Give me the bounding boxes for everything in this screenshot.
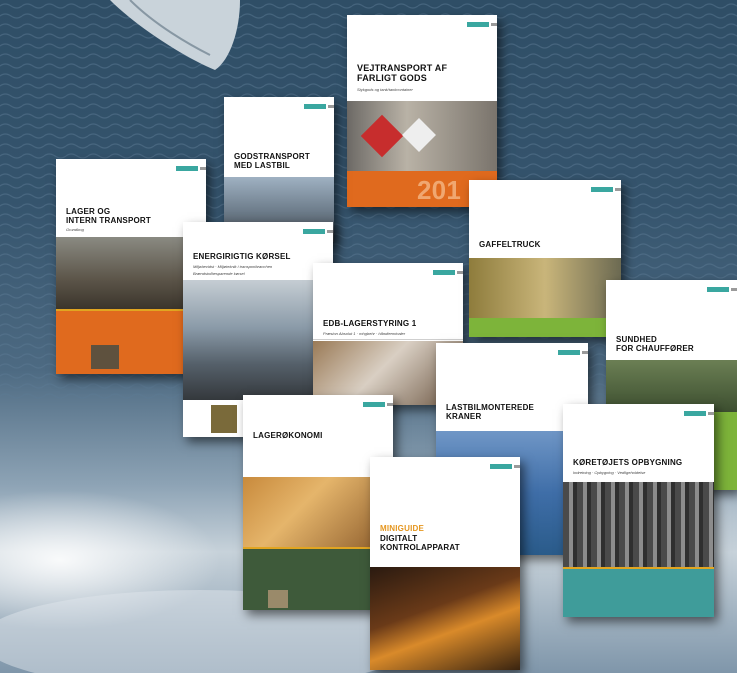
book-cover-photo (370, 567, 520, 670)
book-subtitle: Præsion Absolut 1 · mhgbehr · håndtermin… (323, 331, 406, 336)
book-title: KØRETØJETS OPBYGNING (573, 458, 683, 467)
book-title: EDB-LAGERSTYRING 1 (323, 319, 417, 328)
publisher-logo-icon (304, 104, 334, 109)
publisher-logo-icon (558, 350, 588, 355)
publisher-logo-icon (490, 464, 520, 469)
book-godstransport-med-lastbil[interactable]: GODSTRANSPORT MED LASTBIL (224, 97, 334, 242)
book-subtitle: Stykgods og tank/tankcontainer (357, 87, 413, 92)
book-title: LAGERØKONOMI (253, 431, 323, 440)
book-gaffeltruck[interactable]: GAFFELTRUCK (469, 180, 621, 337)
book-koretojets-opbygning[interactable]: KØRETØJETS OPBYGNING Indretning · Opbygn… (563, 404, 714, 617)
book-subtitle-2: Brændstofbesparende kørsel (193, 271, 245, 276)
book-cover-band (469, 318, 621, 337)
book-subtitle: Grundbog (66, 227, 84, 232)
book-cover-band (563, 569, 714, 617)
book-title: DIGITALT KONTROLAPPARAT (380, 534, 460, 552)
book-divider-line (313, 339, 463, 340)
book-cover-photo (563, 482, 714, 567)
publisher-logo-icon (433, 270, 463, 275)
book-big-number: 201 (417, 175, 461, 205)
book-title: SUNDHED FOR CHAUFFØRER (616, 335, 694, 353)
publisher-logo-icon (303, 229, 333, 234)
book-thumbnail (91, 345, 119, 369)
book-title: LASTBILMONTEREDE KRANER (446, 403, 535, 421)
book-cover-photo (347, 101, 497, 171)
book-thumbnail (268, 590, 288, 608)
book-kicker: MINIGUIDE (380, 524, 425, 533)
publisher-logo-icon (684, 411, 714, 416)
book-title: GODSTRANSPORT MED LASTBIL (234, 152, 310, 170)
book-subtitle: Miljøbevidst · Miljøteknik i transportbr… (193, 264, 273, 269)
book-title: LAGER OG INTERN TRANSPORT (66, 207, 151, 225)
book-cover-photo (469, 258, 621, 318)
publisher-logo-icon (591, 187, 621, 192)
book-title: VEJTRANSPORT AF FARLIGT GODS (357, 63, 448, 83)
publisher-logo-icon (363, 402, 393, 407)
book-thumbnail (211, 405, 237, 433)
publisher-logo-icon (707, 287, 737, 292)
book-title: ENERGIRIGTIG KØRSEL (193, 252, 291, 261)
publisher-logo-icon (467, 22, 497, 27)
book-subtitle: Indretning · Opbygning · Vedligeholdelse (573, 470, 646, 475)
book-miniguide-digitalt-kontrolapparat[interactable]: MINIGUIDE DIGITALT KONTROLAPPARAT (370, 457, 520, 670)
book-vejtransport-af-farligt-gods[interactable]: VEJTRANSPORT AF FARLIGT GODS Stykgods og… (347, 15, 497, 207)
book-cover-photo (183, 280, 333, 400)
publisher-logo-icon (176, 166, 206, 171)
book-title: GAFFELTRUCK (479, 240, 541, 249)
